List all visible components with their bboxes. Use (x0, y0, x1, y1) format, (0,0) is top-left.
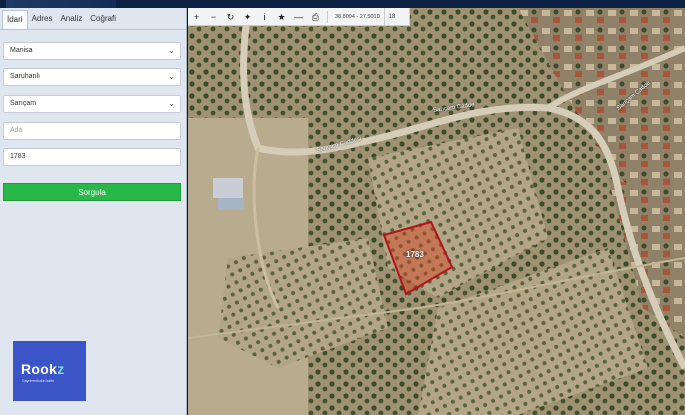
tab-cografi[interactable]: Coğrafi (86, 8, 120, 29)
neighborhood-select[interactable]: Sarıçam ⌄ (3, 95, 181, 113)
parsel-value: 1783 (10, 153, 26, 160)
map-view[interactable]: 1783 Sarıçam Caddesi Sarıçam Cadde Sarıç… (188, 8, 685, 415)
app-logo (6, 0, 116, 8)
star-icon[interactable]: ★ (273, 8, 290, 26)
brand-tagline: Gayrimenkulün kalbi (22, 379, 54, 383)
satellite-imagery (188, 8, 685, 415)
map-toolbar: + − ↻ ✦ i ★ — ⎙ 38.8094 - 27.5010 18 (188, 8, 410, 26)
sidebar: İdari Adres Analiz Coğrafi Manisa ⌄ Saru… (0, 8, 187, 415)
chevron-down-icon: ⌄ (168, 46, 175, 55)
province-value: Manisa (10, 47, 33, 54)
parsel-input[interactable]: 1783 (3, 148, 181, 166)
parcel-label: 1783 (406, 250, 424, 259)
print-icon[interactable]: ⎙ (307, 8, 324, 26)
zoom-level: 18 (383, 8, 400, 26)
top-bar (0, 0, 685, 8)
tab-analiz[interactable]: Analiz (56, 8, 86, 29)
query-button[interactable]: Sorgula (3, 183, 181, 201)
tab-adres[interactable]: Adres (28, 8, 57, 29)
chevron-down-icon: ⌄ (168, 99, 175, 108)
coordinate-readout: 38.8094 - 27.5010 (335, 13, 380, 20)
neighborhood-value: Sarıçam (10, 100, 37, 107)
brand-name: Rookz (21, 361, 65, 377)
zoom-out-icon[interactable]: − (205, 8, 222, 26)
chevron-down-icon: ⌄ (168, 72, 175, 81)
toolbar-divider (327, 10, 328, 23)
refresh-icon[interactable]: ↻ (222, 8, 239, 26)
ada-input[interactable]: Ada (3, 122, 181, 140)
province-select[interactable]: Manisa ⌄ (3, 42, 181, 60)
brand-logo: Rookz Gayrimenkulün kalbi (13, 341, 86, 401)
info-icon[interactable]: i (256, 8, 273, 26)
district-select[interactable]: Saruhanlı ⌄ (3, 68, 181, 86)
zoom-in-icon[interactable]: + (188, 8, 205, 26)
center-icon[interactable]: ✦ (239, 8, 256, 26)
district-value: Saruhanlı (10, 73, 40, 80)
sidebar-tabs: İdari Adres Analiz Coğrafi (0, 8, 186, 30)
tab-idari[interactable]: İdari (2, 10, 28, 29)
ada-placeholder: Ada (10, 127, 23, 134)
measure-icon[interactable]: — (290, 8, 307, 26)
